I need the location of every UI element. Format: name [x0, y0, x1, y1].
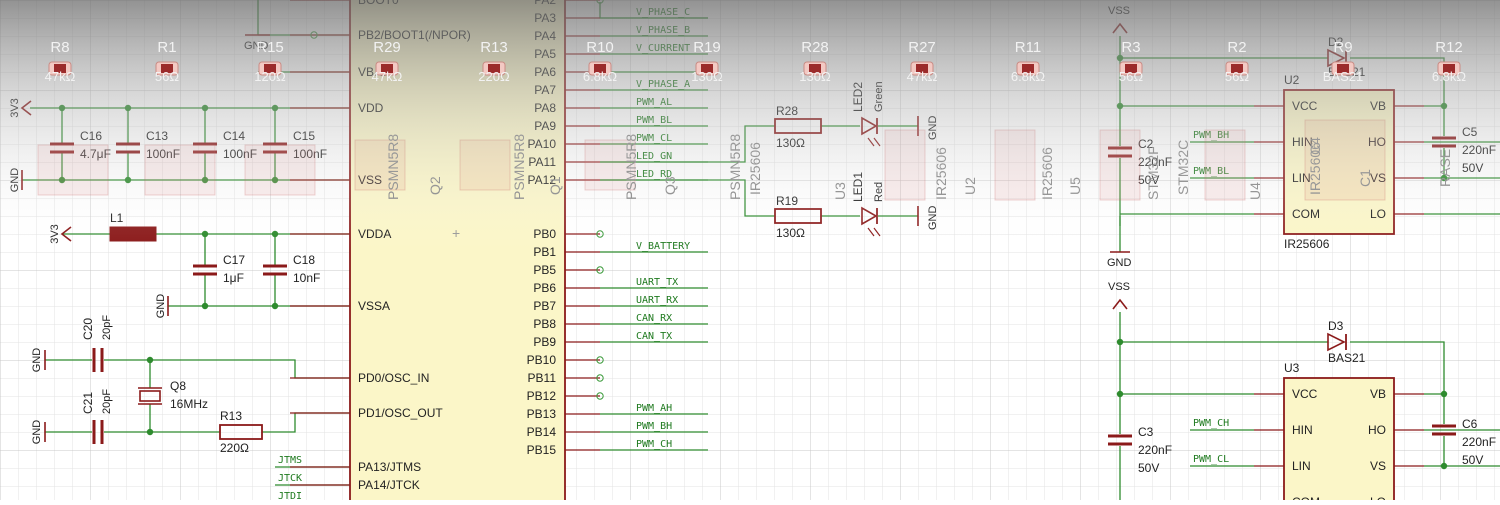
overlay-value: 47kΩ	[907, 69, 938, 84]
capacitor-value: 220nF	[1138, 443, 1172, 457]
overlay-ref: R28	[801, 39, 829, 56]
vss-label: VSS	[1108, 281, 1130, 293]
mcu-right-pin-label: PB8	[533, 317, 556, 331]
driver-pin-label: VB	[1370, 387, 1386, 401]
overlay-value: 220Ω	[478, 69, 510, 84]
driver-pin-label: VS	[1370, 459, 1386, 473]
junction-dot	[1440, 462, 1448, 470]
schematic-svg: + BOOT0PB2/BOOT1(/NPOR)VBATVDDVSSVDDAVSS…	[0, 0, 1500, 505]
driver-pin-label: LO	[1370, 495, 1386, 500]
overlay-value: 56Ω	[1119, 69, 1143, 84]
overlay-ref: R19	[693, 39, 721, 56]
net-label: PWM_BH	[636, 421, 672, 432]
capacitor-value: 20pF	[101, 315, 113, 340]
net-label: CAN_TX	[636, 331, 672, 342]
net-label: PWM_CH	[636, 439, 672, 450]
crystal-value: 16MHz	[170, 397, 208, 411]
jtag-net-label: JTDI	[278, 491, 302, 500]
net-label: CAN_RX	[636, 313, 672, 324]
jtag-net-label: JTCK	[278, 473, 302, 484]
overlay-ref: R8	[50, 39, 69, 56]
overlay-ref: R9	[1333, 39, 1352, 56]
driver-pin-label: LIN	[1292, 459, 1311, 473]
mcu-left-pin-label: PA13/JTMS	[358, 460, 421, 474]
schematic-canvas[interactable]: + BOOT0PB2/BOOT1(/NPOR)VBATVDDVSSVDDAVSS…	[0, 0, 1500, 505]
gnd-label: GND	[31, 420, 43, 445]
mcu-right-pin-label: PB9	[533, 335, 556, 349]
overlay-value: 130Ω	[799, 69, 831, 84]
junction-dot	[146, 428, 154, 436]
capacitor-value: 1μF	[223, 271, 244, 285]
overlay-value: 6.8kΩ	[1432, 69, 1467, 84]
overlay-ref: R2	[1227, 39, 1246, 56]
net-label: PWM_CH	[1193, 418, 1229, 429]
mcu-right-pin-label: PB14	[527, 425, 557, 439]
capacitor-ref: C21	[81, 392, 95, 414]
mcu-right-pin-label: PB6	[533, 281, 556, 295]
overlay-value: 47kΩ	[372, 69, 403, 84]
mcu-left-pin-label: PA14/JTCK	[358, 478, 420, 492]
capacitor-voltage: 50V	[1138, 461, 1159, 475]
capacitor-value: 10nF	[293, 271, 320, 285]
mcu-left-pin-label: PD0/OSC_IN	[358, 371, 429, 385]
resistor-ref: R13	[220, 409, 242, 423]
junction-dot	[1116, 338, 1124, 346]
capacitor-ref: C18	[293, 253, 315, 267]
diode-value: BAS21	[1328, 351, 1366, 365]
mcu-right-pin-label: PB7	[533, 299, 556, 313]
gnd-label: GND	[31, 348, 43, 373]
capacitor-ref: C6	[1462, 417, 1478, 431]
overlay-value: 6.8kΩ	[1011, 69, 1046, 84]
driver-pin-label: COM	[1292, 495, 1320, 500]
overlay-ref: R3	[1121, 39, 1140, 56]
overlay-ref: R12	[1435, 39, 1463, 56]
mcu-right-pin-label: PB10	[527, 353, 557, 367]
diode-ref: D3	[1328, 319, 1344, 333]
mcu-right-pin-label: PB5	[533, 263, 556, 277]
driver-ref: U3	[1284, 361, 1300, 375]
net-label: PWM_AH	[636, 403, 672, 414]
overlay-ref: R13	[480, 39, 508, 56]
capacitor-ref: C20	[81, 318, 95, 340]
capacitor-ref: C17	[223, 253, 245, 267]
overlay-value: 6.8kΩ	[583, 69, 618, 84]
top-fade-overlay	[0, 0, 1500, 250]
overlay-value: 120Ω	[254, 69, 286, 84]
overlay-value: 56Ω	[1225, 69, 1249, 84]
resistor-value: 220Ω	[220, 441, 249, 455]
overlay-ref: R27	[908, 39, 936, 56]
mcu-right-pin-label: PB13	[527, 407, 557, 421]
net-label: PWM_CL	[1193, 454, 1229, 465]
overlay-value: 130Ω	[691, 69, 723, 84]
overlay-ref: R11	[1015, 39, 1041, 56]
crystal-ref: Q8	[170, 379, 186, 393]
capacitor-value: 20pF	[101, 389, 113, 414]
jtag-net-label: JTMS	[278, 455, 302, 466]
mcu-left-pin-label: PD1/OSC_OUT	[358, 406, 443, 420]
capacitor-ref: C3	[1138, 425, 1154, 439]
driver-pin-label: VCC	[1292, 387, 1318, 401]
mcu-right-pin-label: PB15	[527, 443, 557, 457]
mcu-right-pin-label: PB11	[528, 371, 557, 385]
junction-dot	[146, 356, 154, 364]
gnd-label: GND	[155, 294, 167, 319]
net-label: UART_TX	[636, 277, 678, 288]
overlay-ref: R29	[373, 39, 401, 56]
overlay-value: 56Ω	[155, 69, 179, 84]
mcu-left-pin-label: VSSA	[358, 299, 390, 313]
driver-pin-label: HO	[1368, 423, 1386, 437]
junction-dot	[271, 302, 279, 310]
overlay-value: BAS21	[1323, 69, 1363, 84]
net-label: UART_RX	[636, 295, 678, 306]
driver-pin-label: HIN	[1292, 423, 1313, 437]
overlay-ref: R10	[586, 39, 614, 56]
capacitor-value: 220nF	[1462, 435, 1496, 449]
overlay-value: 47kΩ	[45, 69, 76, 84]
junction-dot	[201, 302, 209, 310]
gnd-label: GND	[1107, 257, 1132, 269]
overlay-ref: R1	[157, 39, 176, 56]
overlay-ref: R15	[256, 39, 284, 56]
mcu-right-pin-label: PB12	[527, 389, 557, 403]
capacitor-voltage: 50V	[1462, 453, 1483, 467]
